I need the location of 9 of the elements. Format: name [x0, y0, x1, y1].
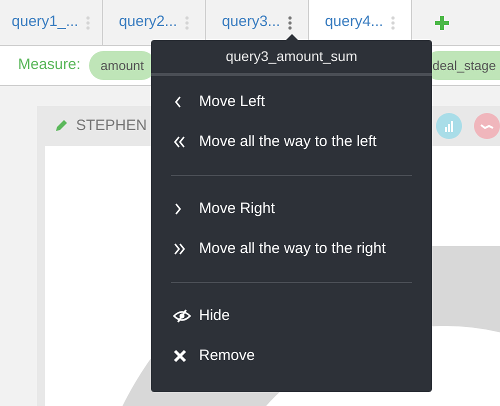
card-title: STEPHEN — [76, 116, 147, 136]
menu-item[interactable]: Move all the way to the right — [199, 238, 386, 260]
menu-item[interactable]: Hide — [199, 304, 230, 328]
menu-title: query3_amount_sum — [151, 40, 432, 76]
menu-item[interactable]: Move all the way to the left — [199, 130, 377, 154]
menu-item[interactable]: Move Right — [199, 198, 275, 220]
measure-label: Measure: — [18, 55, 81, 76]
menu-item[interactable]: Remove — [199, 344, 255, 368]
menu-item[interactable]: Move Left — [199, 90, 265, 114]
